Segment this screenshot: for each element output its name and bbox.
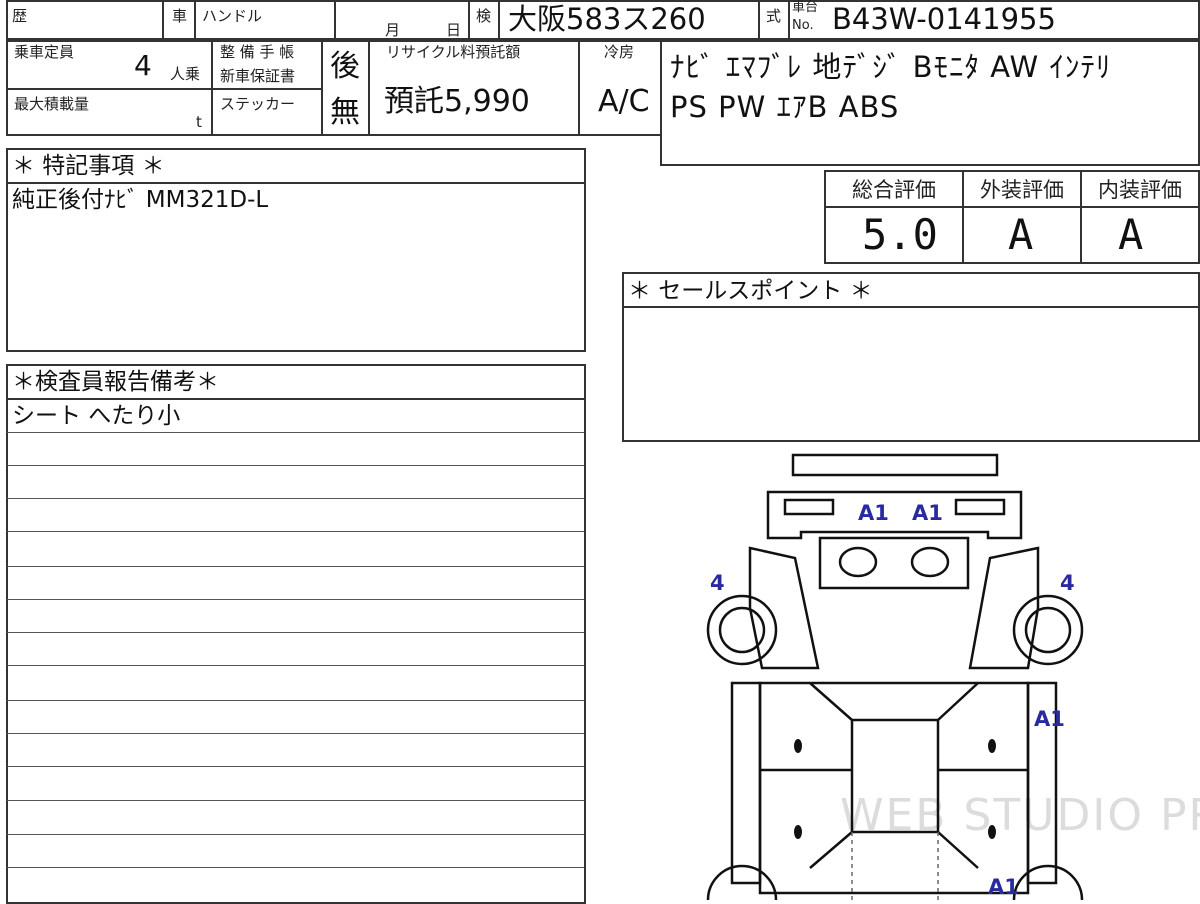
maintenance-label-1: 整 備 手 帳 bbox=[220, 43, 295, 61]
cabin-outer bbox=[758, 681, 1030, 895]
equipment-line-1: ﾅﾋﾞ ｴﾏﾌﾞﾚ 地ﾃﾞｼﾞ Bﾓﾆﾀ AW ｲﾝﾃﾘ bbox=[670, 50, 1112, 84]
capacity-unit: 人乗 bbox=[170, 65, 201, 83]
right-rear-door-handle bbox=[988, 825, 996, 839]
left-headlamp-circle bbox=[838, 546, 878, 578]
right-front-tire bbox=[1012, 594, 1084, 666]
sticker-value: 無 bbox=[330, 95, 360, 130]
chassis-number: B43W-0141955 bbox=[832, 2, 1056, 36]
right-headlamp-circle bbox=[910, 546, 950, 578]
left-headlight bbox=[783, 498, 835, 516]
type-label: 式 bbox=[766, 7, 782, 25]
inspector-remarks-text: シート へたり小 bbox=[12, 403, 181, 429]
damage-mark-left-tire: 4 bbox=[710, 571, 725, 595]
inspector-remarks-title: ＊検査員報告備考＊ bbox=[12, 369, 219, 395]
month-label: 月 bbox=[385, 21, 401, 39]
maintenance-value: 後 bbox=[330, 49, 360, 84]
damage-mark-front-right: A1 bbox=[912, 501, 943, 525]
damage-mark-right-rear: A1 bbox=[988, 875, 1019, 899]
interior-rating-label: 内装評価 bbox=[1098, 178, 1182, 202]
cooler-label: 冷房 bbox=[604, 43, 635, 61]
plate-number: 大阪583ス260 bbox=[508, 2, 706, 36]
max-load-label: 最大積載量 bbox=[14, 95, 90, 113]
overall-rating-label: 総合評価 bbox=[852, 178, 936, 202]
day-label: 日 bbox=[446, 21, 462, 39]
special-notes-text: 純正後付ﾅﾋﾞ MM321D-L bbox=[12, 187, 269, 213]
exterior-rating-value: A bbox=[1008, 210, 1034, 259]
right-front-tire-inner bbox=[1024, 606, 1072, 654]
damage-mark-right-door: A1 bbox=[1034, 707, 1065, 731]
damage-mark-front-left: A1 bbox=[858, 501, 889, 525]
recycle-value: 預託5,990 bbox=[384, 84, 530, 119]
front-bumper bbox=[791, 453, 999, 477]
left-front-tire-inner bbox=[718, 606, 766, 654]
interior-rating-value: A bbox=[1118, 210, 1144, 259]
damage-mark-right-tire: 4 bbox=[1060, 571, 1075, 595]
car-damage-diagram: A1 A1 4 4 A1 A1 bbox=[706, 453, 1084, 900]
left-front-fender bbox=[748, 546, 820, 670]
inspector-remarks-box bbox=[6, 364, 586, 904]
chassis-label-top: 車台 bbox=[792, 0, 819, 15]
windshield-lines bbox=[809, 682, 979, 869]
right-front-fender bbox=[968, 546, 1040, 670]
front-body bbox=[818, 536, 970, 590]
right-headlight bbox=[954, 498, 1006, 516]
left-rear-door-handle bbox=[794, 825, 802, 839]
special-notes-title: ＊ 特記事項 ＊ bbox=[12, 153, 165, 179]
right-front-door-handle bbox=[988, 739, 996, 753]
roof bbox=[850, 718, 940, 834]
left-side-panel bbox=[730, 681, 762, 885]
left-front-tire bbox=[706, 594, 778, 666]
capacity-value: 4 bbox=[134, 49, 152, 82]
handle-label: ハンドル bbox=[202, 7, 263, 25]
overall-rating-value: 5.0 bbox=[862, 210, 938, 259]
left-front-door-handle bbox=[794, 739, 802, 753]
chassis-label-bottom: No. bbox=[792, 18, 814, 33]
history-label: 歴 bbox=[12, 7, 28, 25]
recycle-label: リサイクル料預託額 bbox=[386, 43, 521, 61]
equipment-line-2: PS PW ｴｱB ABS bbox=[670, 90, 900, 124]
sticker-label: ステッカー bbox=[220, 95, 296, 113]
exterior-rating-label: 外装評価 bbox=[980, 178, 1064, 202]
capacity-label: 乗車定員 bbox=[14, 43, 75, 61]
maintenance-label-2: 新車保証書 bbox=[220, 67, 296, 85]
car-label: 車 bbox=[172, 7, 188, 25]
cooler-value: A/C bbox=[598, 84, 650, 119]
inspection-label: 検 bbox=[476, 7, 492, 25]
max-load-unit: t bbox=[196, 113, 202, 131]
sales-points-title: ＊ セールスポイント ＊ bbox=[628, 278, 873, 304]
